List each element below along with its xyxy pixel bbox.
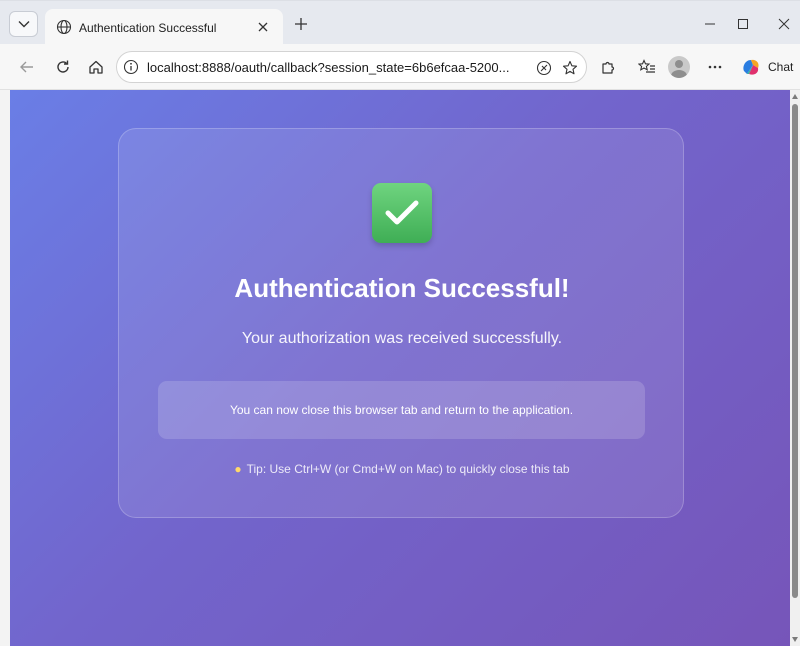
info-icon[interactable] (123, 59, 139, 75)
read-aloud-icon (536, 60, 552, 76)
more-icon (708, 65, 722, 69)
check-mark-icon (372, 183, 432, 243)
back-button[interactable] (16, 56, 38, 78)
close-icon (778, 18, 790, 30)
tip-text: Tip: Use Ctrl+W (or Cmd+W on Mac) to qui… (246, 462, 570, 476)
reload-button[interactable] (52, 56, 74, 78)
chevron-down-icon (18, 21, 29, 28)
new-tab-button[interactable] (290, 13, 312, 35)
chat-label: Chat (768, 60, 794, 74)
refresh-icon (57, 60, 69, 73)
page-viewport: Authentication Successful! Your authoriz… (10, 90, 790, 646)
close-icon (258, 22, 268, 32)
page-title: Authentication Successful! (234, 273, 570, 303)
address-bar[interactable]: localhost:8888/oauth/callback?session_st… (116, 51, 587, 83)
globe-icon (56, 19, 72, 35)
tab-title: Authentication Successful (79, 21, 217, 35)
tab-list-button[interactable] (9, 11, 38, 37)
minimize-icon (705, 23, 715, 25)
favorites-button[interactable] (636, 56, 658, 78)
home-icon (89, 60, 103, 74)
notice-text: You can now close this browser tab and r… (229, 403, 574, 417)
browser-toolbar: localhost:8888/oauth/callback?session_st… (0, 44, 800, 90)
arrow-left-icon (20, 61, 33, 73)
puzzle-icon (602, 61, 615, 74)
page-subtitle: Your authorization was received successf… (241, 330, 563, 347)
read-aloud-button[interactable] (535, 59, 553, 77)
profile-avatar[interactable] (668, 56, 690, 78)
scroll-up-arrow-icon[interactable] (792, 94, 798, 99)
maximize-button[interactable] (731, 13, 755, 35)
copilot-icon (743, 59, 759, 75)
star-icon (562, 60, 578, 75)
plus-icon (295, 18, 307, 30)
scroll-down-arrow-icon[interactable] (792, 637, 798, 642)
success-card: Authentication Successful! Your authoriz… (118, 128, 684, 518)
active-tab[interactable]: Authentication Successful (45, 9, 283, 45)
close-window-button[interactable] (772, 13, 796, 35)
close-tab-notice: You can now close this browser tab and r… (158, 381, 645, 439)
tab-strip: Authentication Successful (0, 0, 800, 45)
check-icon (385, 200, 419, 225)
extensions-button[interactable] (597, 56, 619, 78)
settings-menu-button[interactable] (704, 56, 726, 78)
scrollbar-thumb[interactable] (792, 104, 798, 598)
home-button[interactable] (85, 56, 107, 78)
favorites-list-icon (638, 59, 655, 73)
url-text[interactable]: localhost:8888/oauth/callback?session_st… (147, 60, 509, 75)
minimize-button[interactable] (698, 13, 722, 35)
copilot-chat-button[interactable]: Chat (740, 55, 793, 79)
favorite-button[interactable] (561, 59, 579, 77)
tab-close-button[interactable] (254, 18, 272, 36)
vertical-scrollbar[interactable] (790, 90, 800, 646)
maximize-icon (738, 19, 748, 29)
lightbulb-icon: ● (234, 462, 242, 476)
tip-text-row: ● Tip: Use Ctrl+W (or Cmd+W on Mac) to qu… (119, 462, 685, 476)
